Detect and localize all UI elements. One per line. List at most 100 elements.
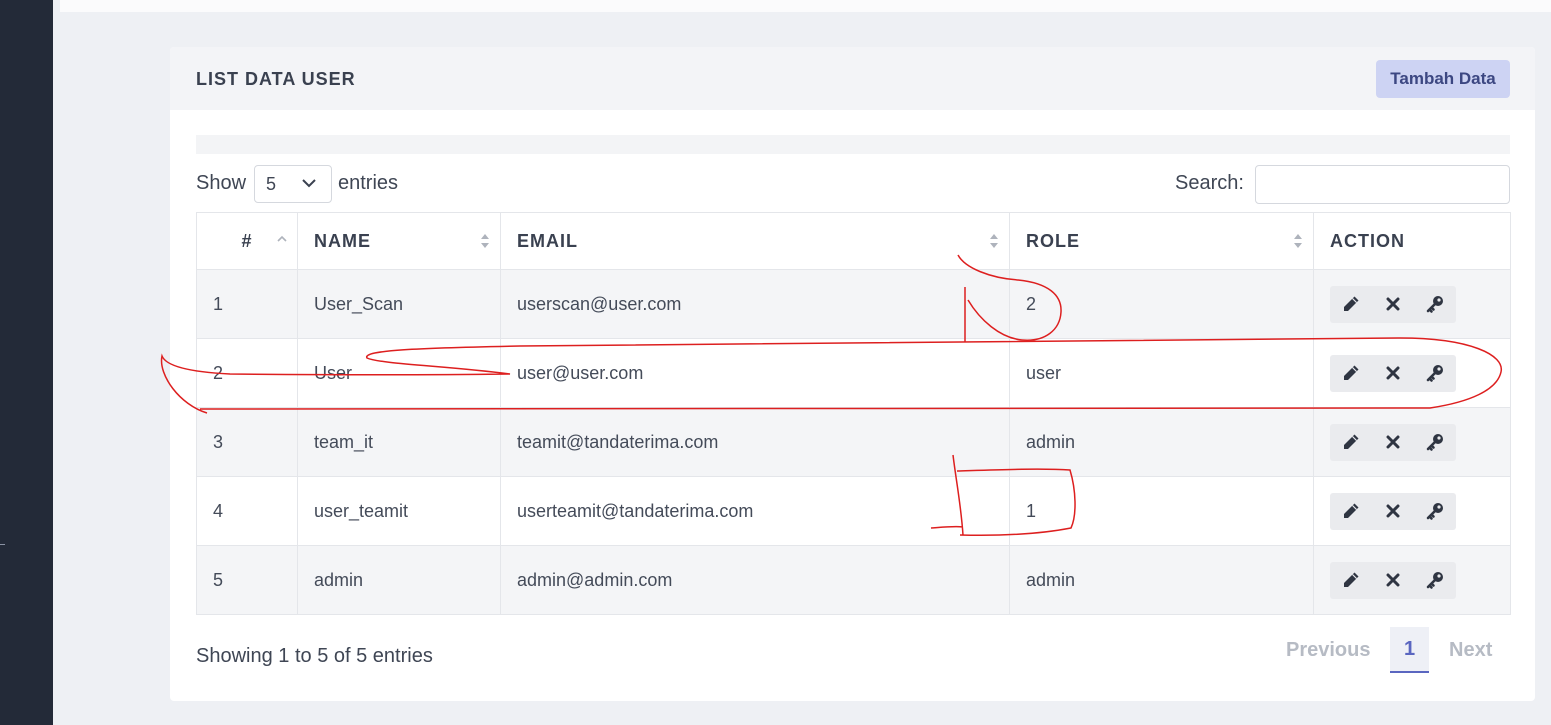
pencil-icon: [1344, 434, 1359, 449]
cell-email: userscan@user.com: [500, 269, 1010, 339]
column-header-email[interactable]: EMAIL: [500, 212, 1010, 270]
cell-email: teamit@tandaterima.com: [500, 407, 1010, 477]
delete-button[interactable]: [1372, 562, 1414, 599]
page-length-value: 5: [266, 174, 277, 194]
next-page-button[interactable]: Next: [1449, 639, 1492, 662]
cell-name: team_it: [297, 407, 501, 477]
pencil-icon: [1344, 572, 1359, 587]
key-icon: [1426, 503, 1443, 520]
row-actions: [1330, 561, 1456, 599]
key-icon: [1426, 572, 1443, 589]
show-label: Show: [196, 172, 247, 194]
cell-email: admin@admin.com: [500, 545, 1010, 615]
reset-password-button[interactable]: [1414, 424, 1456, 461]
cell-name: admin: [297, 545, 501, 615]
cell-actions: [1313, 407, 1511, 477]
table-row: 2 User user@user.com user: [196, 338, 1511, 408]
column-header-number[interactable]: #: [196, 212, 298, 270]
table-row: 4 user_teamit userteamit@tandaterima.com…: [196, 476, 1511, 546]
column-header-role-label: ROLE: [1026, 230, 1081, 251]
edit-button[interactable]: [1330, 424, 1372, 461]
close-icon: [1386, 573, 1400, 587]
cell-number: 4: [196, 476, 298, 546]
sort-icon: [990, 234, 998, 248]
card-header: LIST DATA USER Tambah Data: [170, 47, 1535, 110]
page-1-button[interactable]: 1: [1390, 627, 1429, 673]
cell-number: 2: [196, 338, 298, 408]
edit-button[interactable]: [1330, 562, 1372, 599]
add-data-button[interactable]: Tambah Data: [1376, 60, 1510, 98]
users-table: # NAME EMAIL ROLE ACTION 1 User_Scan use…: [196, 212, 1511, 615]
key-icon: [1426, 296, 1443, 313]
key-icon: [1426, 434, 1443, 451]
reset-password-button[interactable]: [1414, 286, 1456, 323]
column-header-action-label: ACTION: [1330, 230, 1405, 251]
cell-actions: [1313, 269, 1511, 339]
close-icon: [1386, 435, 1400, 449]
reset-password-button[interactable]: [1414, 493, 1456, 530]
cell-email: userteamit@tandaterima.com: [500, 476, 1010, 546]
entries-label: entries: [338, 172, 399, 194]
column-header-name[interactable]: NAME: [297, 212, 501, 270]
cell-number: 3: [196, 407, 298, 477]
pencil-icon: [1344, 296, 1359, 311]
cell-role: 1: [1009, 476, 1314, 546]
sort-ascending-icon: [277, 235, 287, 242]
key-icon: [1426, 365, 1443, 382]
row-actions: [1330, 492, 1456, 530]
cell-name: User_Scan: [297, 269, 501, 339]
user-list-card: LIST DATA USER Tambah Data Show 5 entrie…: [170, 47, 1535, 701]
table-top-bar: [196, 135, 1510, 154]
cell-email: user@user.com: [500, 338, 1010, 408]
table-row: 1 User_Scan userscan@user.com 2: [196, 269, 1511, 339]
sort-icon: [1294, 234, 1302, 248]
cell-name: user_teamit: [297, 476, 501, 546]
cell-role: 2: [1009, 269, 1314, 339]
sidebar: [0, 0, 53, 725]
delete-button[interactable]: [1372, 493, 1414, 530]
cell-number: 5: [196, 545, 298, 615]
search-input[interactable]: [1255, 165, 1510, 204]
pencil-icon: [1344, 365, 1359, 380]
close-icon: [1386, 504, 1400, 518]
cell-role: user: [1009, 338, 1314, 408]
delete-button[interactable]: [1372, 286, 1414, 323]
sort-icon: [481, 234, 489, 248]
close-icon: [1386, 297, 1400, 311]
previous-page-button[interactable]: Previous: [1286, 639, 1370, 662]
row-actions: [1330, 423, 1456, 461]
cell-actions: [1313, 338, 1511, 408]
sidebar-marker: [0, 544, 5, 545]
cell-role: admin: [1009, 545, 1314, 615]
edit-button[interactable]: [1330, 493, 1372, 530]
delete-button[interactable]: [1372, 424, 1414, 461]
close-icon: [1386, 366, 1400, 380]
reset-password-button[interactable]: [1414, 562, 1456, 599]
pencil-icon: [1344, 503, 1359, 518]
table-header-row: # NAME EMAIL ROLE ACTION: [196, 212, 1511, 270]
search-label: Search:: [1175, 172, 1244, 194]
page-length-select[interactable]: 5: [254, 165, 332, 203]
column-header-number-label: #: [241, 230, 253, 251]
chevron-down-icon: [302, 179, 316, 188]
column-header-name-label: NAME: [314, 230, 371, 251]
cell-name: User: [297, 338, 501, 408]
cell-actions: [1313, 476, 1511, 546]
cell-number: 1: [196, 269, 298, 339]
pagination: Previous 1 Next: [1270, 627, 1510, 673]
table-row: 3 team_it teamit@tandaterima.com admin: [196, 407, 1511, 477]
cell-role: admin: [1009, 407, 1314, 477]
edit-button[interactable]: [1330, 286, 1372, 323]
table-info: Showing 1 to 5 of 5 entries: [196, 645, 433, 667]
top-bar: [60, 0, 1551, 12]
reset-password-button[interactable]: [1414, 355, 1456, 392]
cell-actions: [1313, 545, 1511, 615]
delete-button[interactable]: [1372, 355, 1414, 392]
row-actions: [1330, 285, 1456, 323]
edit-button[interactable]: [1330, 355, 1372, 392]
column-header-email-label: EMAIL: [517, 230, 578, 251]
table-row: 5 admin admin@admin.com admin: [196, 545, 1511, 615]
card-title: LIST DATA USER: [196, 69, 356, 89]
column-header-role[interactable]: ROLE: [1009, 212, 1314, 270]
row-actions: [1330, 354, 1456, 392]
